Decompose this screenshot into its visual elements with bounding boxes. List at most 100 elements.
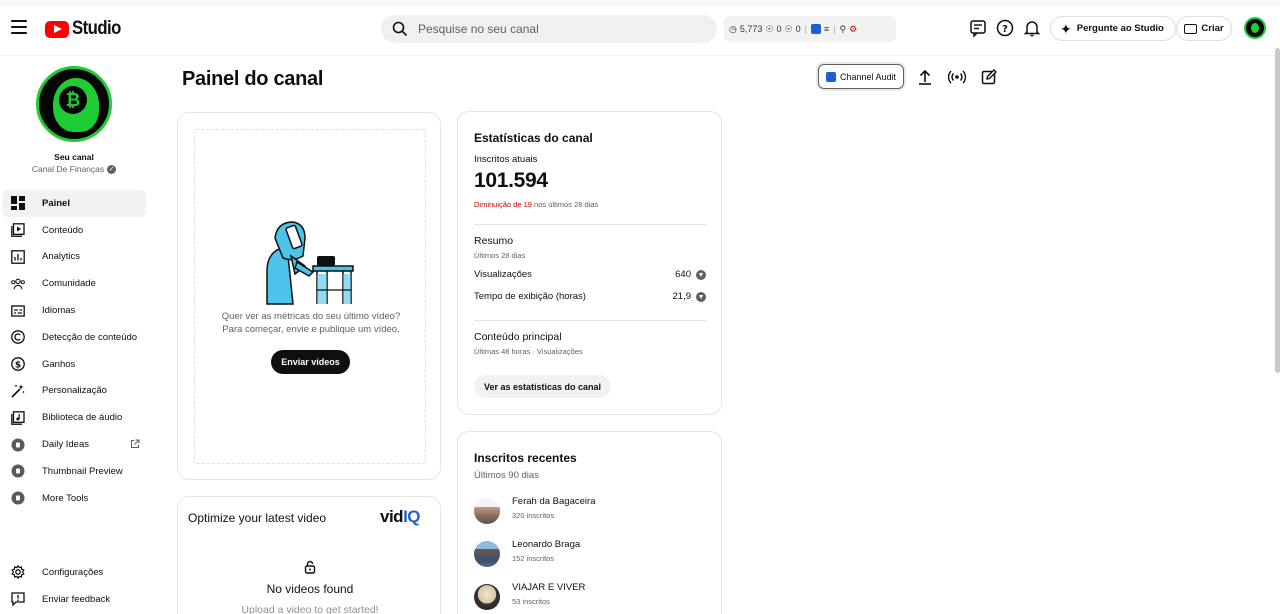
menu-icon[interactable] <box>11 20 27 34</box>
vidiq-logo: vidIQ <box>380 507 421 527</box>
edit-post-icon[interactable] <box>978 66 1000 88</box>
dollar-icon: $ <box>11 357 25 372</box>
top-strip <box>0 0 1280 6</box>
ext-views: 5,773 <box>739 24 763 34</box>
subscriber-count: 320 inscritos <box>512 511 555 520</box>
logo-text: Studio <box>72 18 121 39</box>
stat-value: 640 <box>675 269 691 280</box>
search-input[interactable] <box>418 22 698 36</box>
subscriber-avatar[interactable] <box>474 584 500 610</box>
sidebar-item-daily-ideas[interactable]: Daily Ideas <box>2 431 146 458</box>
sidebar-item-thumbnail-preview[interactable]: Thumbnail Preview <box>2 458 146 485</box>
help-icon[interactable]: ? <box>995 18 1015 38</box>
recent-subs-period: Últimos 90 dias <box>474 470 539 481</box>
sidebar-item-enviar-feedback[interactable]: Enviar feedback <box>2 586 146 613</box>
subscriber-item[interactable]: VIAJAR E VIVER 53 inscritos <box>474 582 706 612</box>
stat-row-watch-time: Tempo de exibição (horas) 21,9 <box>474 291 706 302</box>
sidebar-item-idiomas[interactable]: Idiomas <box>2 297 146 324</box>
community-icon <box>11 277 25 291</box>
sidebar-item-label: Idiomas <box>42 305 76 317</box>
subscriber-item[interactable]: Ferah da Bagaceira 320 inscritos <box>474 496 706 526</box>
studio-logo[interactable]: Studio <box>45 18 128 40</box>
live-icon[interactable] <box>946 66 968 88</box>
vidiq-icon <box>826 71 836 82</box>
stats-title: Estatísticas do canal <box>474 131 593 145</box>
sidebar-item-label: Personalização <box>42 385 107 397</box>
list-icon[interactable]: ≡ <box>824 24 829 34</box>
optimize-title: Optimize your latest video <box>188 511 327 525</box>
upload-placeholder: Quer ver as métricas do seu último vídeo… <box>194 129 426 464</box>
sidebar-item-label: Daily Ideas <box>42 439 89 451</box>
stat-row-views: Visualizações 640 <box>474 269 706 280</box>
top-bar: Studio ◷ 5,773 ☉ 0 ☉ 0 | ≡ | ⚲ ⚙ ? ✦ Per… <box>0 0 1280 56</box>
trophy-icon[interactable]: ⚲ <box>840 24 847 35</box>
vidiq-logo-vid: vid <box>380 507 404 526</box>
sidebar-item-deteccao[interactable]: Detecção de conteúdo <box>2 324 146 351</box>
subscriber-avatar[interactable] <box>474 541 500 567</box>
subscriber-avatar[interactable] <box>474 498 500 524</box>
upload-videos-button[interactable]: Enviar vídeos <box>271 350 350 374</box>
copyright-icon <box>11 330 25 345</box>
sidebar-item-label: More Tools <box>42 492 89 504</box>
vidiq-logo-iq: IQ <box>403 507 421 526</box>
recent-subs-title: Inscritos recentes <box>474 451 577 465</box>
sidebar-item-more-tools[interactable]: More Tools <box>2 485 146 512</box>
top-content-title: Conteúdo principal <box>474 331 562 343</box>
subscriber-name[interactable]: Leonardo Braga <box>512 539 580 550</box>
sidebar: ₿ Seu canal Canal De Finanças ✓ Painel C… <box>0 56 156 614</box>
channel-label: Seu canal <box>54 152 94 162</box>
create-button[interactable]: Criar <box>1176 16 1232 41</box>
stat-label: Visualizações <box>474 269 532 280</box>
sidebar-item-comunidade[interactable]: Comunidade <box>2 270 146 297</box>
ask-studio-button[interactable]: ✦ Pergunte ao Studio <box>1050 16 1176 41</box>
subscriber-item[interactable]: Leonardo Braga 152 inscritos <box>474 539 706 569</box>
channel-name: Canal De Finanças ✓ <box>0 164 148 174</box>
stat-value-group: 21,9 <box>673 291 706 302</box>
vidiq-stats-toolbar[interactable]: ◷ 5,773 ☉ 0 ☉ 0 | ≡ | ⚲ ⚙ <box>724 16 896 42</box>
page-scrollbar[interactable] <box>1275 48 1280 373</box>
view-stats-button[interactable]: Ver as estatísticas do canal <box>474 375 611 398</box>
subscriber-name[interactable]: Ferah da Bagaceira <box>512 496 595 507</box>
vidiq-icon <box>11 464 25 478</box>
vidiq-icon[interactable] <box>810 24 821 34</box>
sidebar-item-configuracoes[interactable]: Configurações <box>2 559 146 586</box>
sidebar-item-label: Biblioteca de áudio <box>42 412 123 424</box>
subscriber-name[interactable]: VIAJAR E VIVER <box>512 582 585 593</box>
channel-audit-label: Channel Audit <box>840 71 897 82</box>
subs-trend-negative: Diminuição de 19 <box>474 200 532 209</box>
page-title: Painel do canal <box>182 68 324 90</box>
bell-alert-icon[interactable]: ⚙ <box>849 24 857 35</box>
svg-text:$: $ <box>15 360 21 370</box>
sidebar-item-label: Painel <box>42 197 70 209</box>
header-actions: Channel Audit <box>818 64 1000 89</box>
stat-label: Tempo de exibição (horas) <box>474 291 586 302</box>
sidebar-item-analytics[interactable]: Analytics <box>2 244 146 271</box>
no-videos-title: No videos found <box>266 582 354 596</box>
bell-icon[interactable] <box>1022 18 1042 38</box>
account-avatar[interactable] <box>1244 17 1266 39</box>
analytics-icon <box>11 250 25 264</box>
separator: | <box>804 24 807 34</box>
sidebar-item-label: Thumbnail Preview <box>42 465 123 477</box>
sidebar-item-ganhos[interactable]: $ Ganhos <box>2 351 146 378</box>
subscriber-count: 152 inscritos <box>512 554 555 563</box>
recent-subscribers-card: Inscritos recentes Últimos 90 dias Ferah… <box>457 431 722 614</box>
verified-check-icon: ✓ <box>107 164 117 174</box>
channel-audit-button[interactable]: Channel Audit <box>818 64 905 89</box>
sidebar-item-label: Comunidade <box>42 278 96 290</box>
divider <box>474 320 706 321</box>
summary-title: Resumo <box>474 235 514 247</box>
sidebar-item-label: Conteúdo <box>42 224 84 236</box>
upload-icon[interactable] <box>914 66 936 88</box>
search-icon <box>392 21 408 37</box>
sidebar-item-painel[interactable]: Painel <box>2 190 146 217</box>
sidebar-item-label: Ganhos <box>42 358 76 370</box>
sidebar-item-conteudo[interactable]: Conteúdo <box>2 217 146 244</box>
sidebar-item-biblioteca-audio[interactable]: Biblioteca de áudio <box>2 404 146 431</box>
search-bar[interactable] <box>381 15 717 43</box>
comments-icon[interactable] <box>968 18 988 38</box>
sidebar-item-personalizacao[interactable]: Personalização <box>2 378 146 405</box>
sidebar-bottom-nav: Configurações Enviar feedback <box>2 559 146 613</box>
channel-stats-card: Estatísticas do canal Inscritos atuais 1… <box>457 111 722 415</box>
channel-avatar[interactable]: ₿ <box>36 66 112 142</box>
